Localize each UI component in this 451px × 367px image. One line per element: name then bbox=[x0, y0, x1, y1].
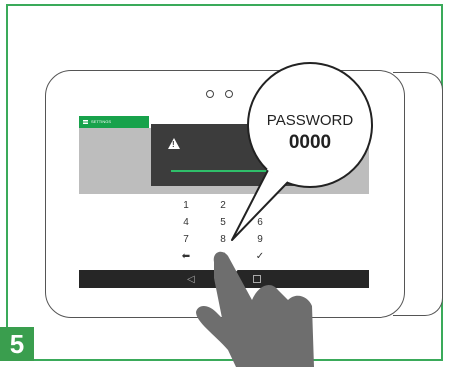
pointing-hand-icon bbox=[196, 251, 314, 367]
password-value: 0000 bbox=[288, 132, 332, 153]
step-number-badge: 5 bbox=[0, 327, 34, 361]
illustration-overlay bbox=[196, 62, 373, 367]
password-label: PASSWORD bbox=[266, 112, 354, 129]
